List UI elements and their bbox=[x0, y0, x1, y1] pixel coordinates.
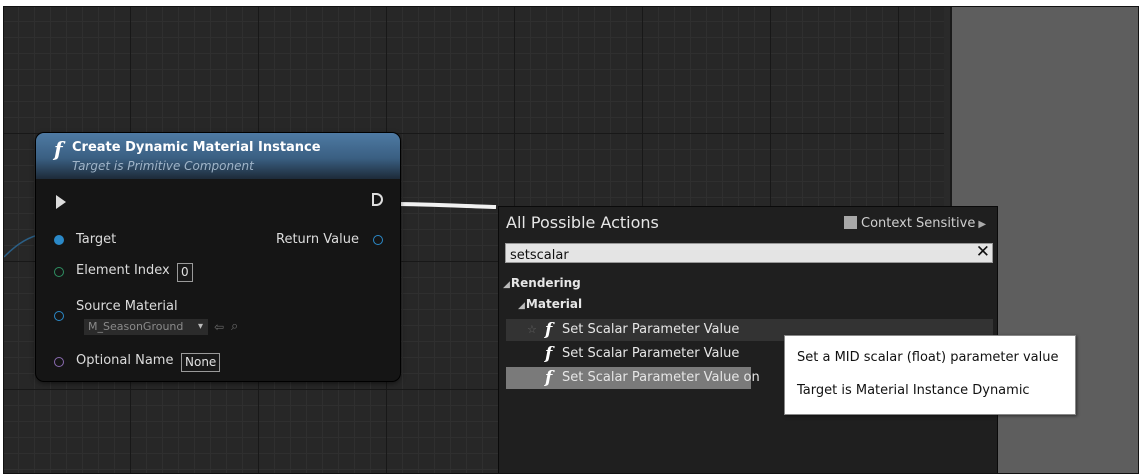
source-material-label: Source Material bbox=[76, 299, 178, 314]
collapse-triangle-icon[interactable]: ◢ bbox=[503, 280, 510, 290]
target-pin[interactable] bbox=[54, 235, 64, 245]
action-item-label: Set Scalar Parameter Value on bbox=[562, 370, 760, 385]
node-subtitle: Target is Primitive Component bbox=[72, 159, 254, 173]
category-rendering[interactable]: ◢Rendering bbox=[503, 276, 581, 290]
source-material-asset-picker[interactable]: M_SeasonGround bbox=[84, 319, 208, 335]
element-index-pin[interactable] bbox=[54, 267, 64, 277]
return-value-label: Return Value bbox=[276, 232, 359, 247]
source-material-pin[interactable] bbox=[54, 311, 64, 321]
optional-name-pin[interactable] bbox=[54, 357, 64, 367]
tooltip-line-2: Target is Material Instance Dynamic bbox=[797, 383, 1030, 398]
tooltip-line-1: Set a MID scalar (float) parameter value bbox=[797, 350, 1059, 365]
browse-icon[interactable]: ⌕ bbox=[231, 319, 238, 334]
use-selected-icon[interactable]: ⇦ bbox=[214, 320, 224, 334]
action-item-selected[interactable]: f Set Scalar Parameter Value on bbox=[506, 367, 760, 389]
search-box[interactable]: ✕ bbox=[505, 242, 993, 264]
element-index-label: Element Index bbox=[76, 263, 170, 278]
element-index-field[interactable]: 0 bbox=[177, 263, 193, 282]
clear-icon[interactable]: ✕ bbox=[976, 242, 990, 262]
function-icon: f bbox=[54, 137, 63, 161]
optional-name-field[interactable]: None bbox=[181, 353, 221, 372]
blueprint-editor: f Create Dynamic Material Instance Targe… bbox=[3, 6, 1139, 474]
context-sensitive-toggle[interactable]: Context Sensitive ▶ bbox=[844, 216, 986, 231]
create-dynamic-material-instance-node[interactable]: f Create Dynamic Material Instance Targe… bbox=[36, 133, 400, 381]
chevron-down-icon[interactable]: ▾ bbox=[198, 321, 203, 332]
exec-in-pin[interactable] bbox=[56, 195, 66, 209]
category-material-label: Material bbox=[525, 297, 583, 311]
action-item-label: Set Scalar Parameter Value bbox=[562, 346, 740, 361]
return-value-pin[interactable] bbox=[373, 235, 383, 245]
category-material[interactable]: ◢Material bbox=[518, 297, 582, 311]
search-input[interactable] bbox=[506, 247, 964, 264]
function-icon: f bbox=[545, 368, 553, 388]
target-label: Target bbox=[76, 232, 117, 247]
action-item-label: Set Scalar Parameter Value bbox=[562, 322, 740, 337]
optional-name-label: Optional Name bbox=[76, 353, 174, 368]
node-header[interactable]: f Create Dynamic Material Instance Targe… bbox=[36, 133, 400, 179]
checkbox-icon[interactable] bbox=[844, 216, 857, 229]
tooltip: Set a MID scalar (float) parameter value… bbox=[784, 335, 1076, 415]
function-icon: f bbox=[545, 344, 553, 364]
node-title: Create Dynamic Material Instance bbox=[72, 140, 321, 155]
menu-title: All Possible Actions bbox=[506, 213, 659, 232]
function-icon: f bbox=[545, 320, 553, 340]
collapse-triangle-icon[interactable]: ◢ bbox=[518, 301, 525, 311]
context-sensitive-label: Context Sensitive bbox=[861, 216, 976, 231]
exec-out-pin[interactable] bbox=[372, 193, 383, 206]
star-icon[interactable]: ☆ bbox=[527, 319, 537, 341]
arrow-right-icon[interactable]: ▶ bbox=[978, 219, 986, 230]
category-rendering-label: Rendering bbox=[510, 276, 581, 290]
